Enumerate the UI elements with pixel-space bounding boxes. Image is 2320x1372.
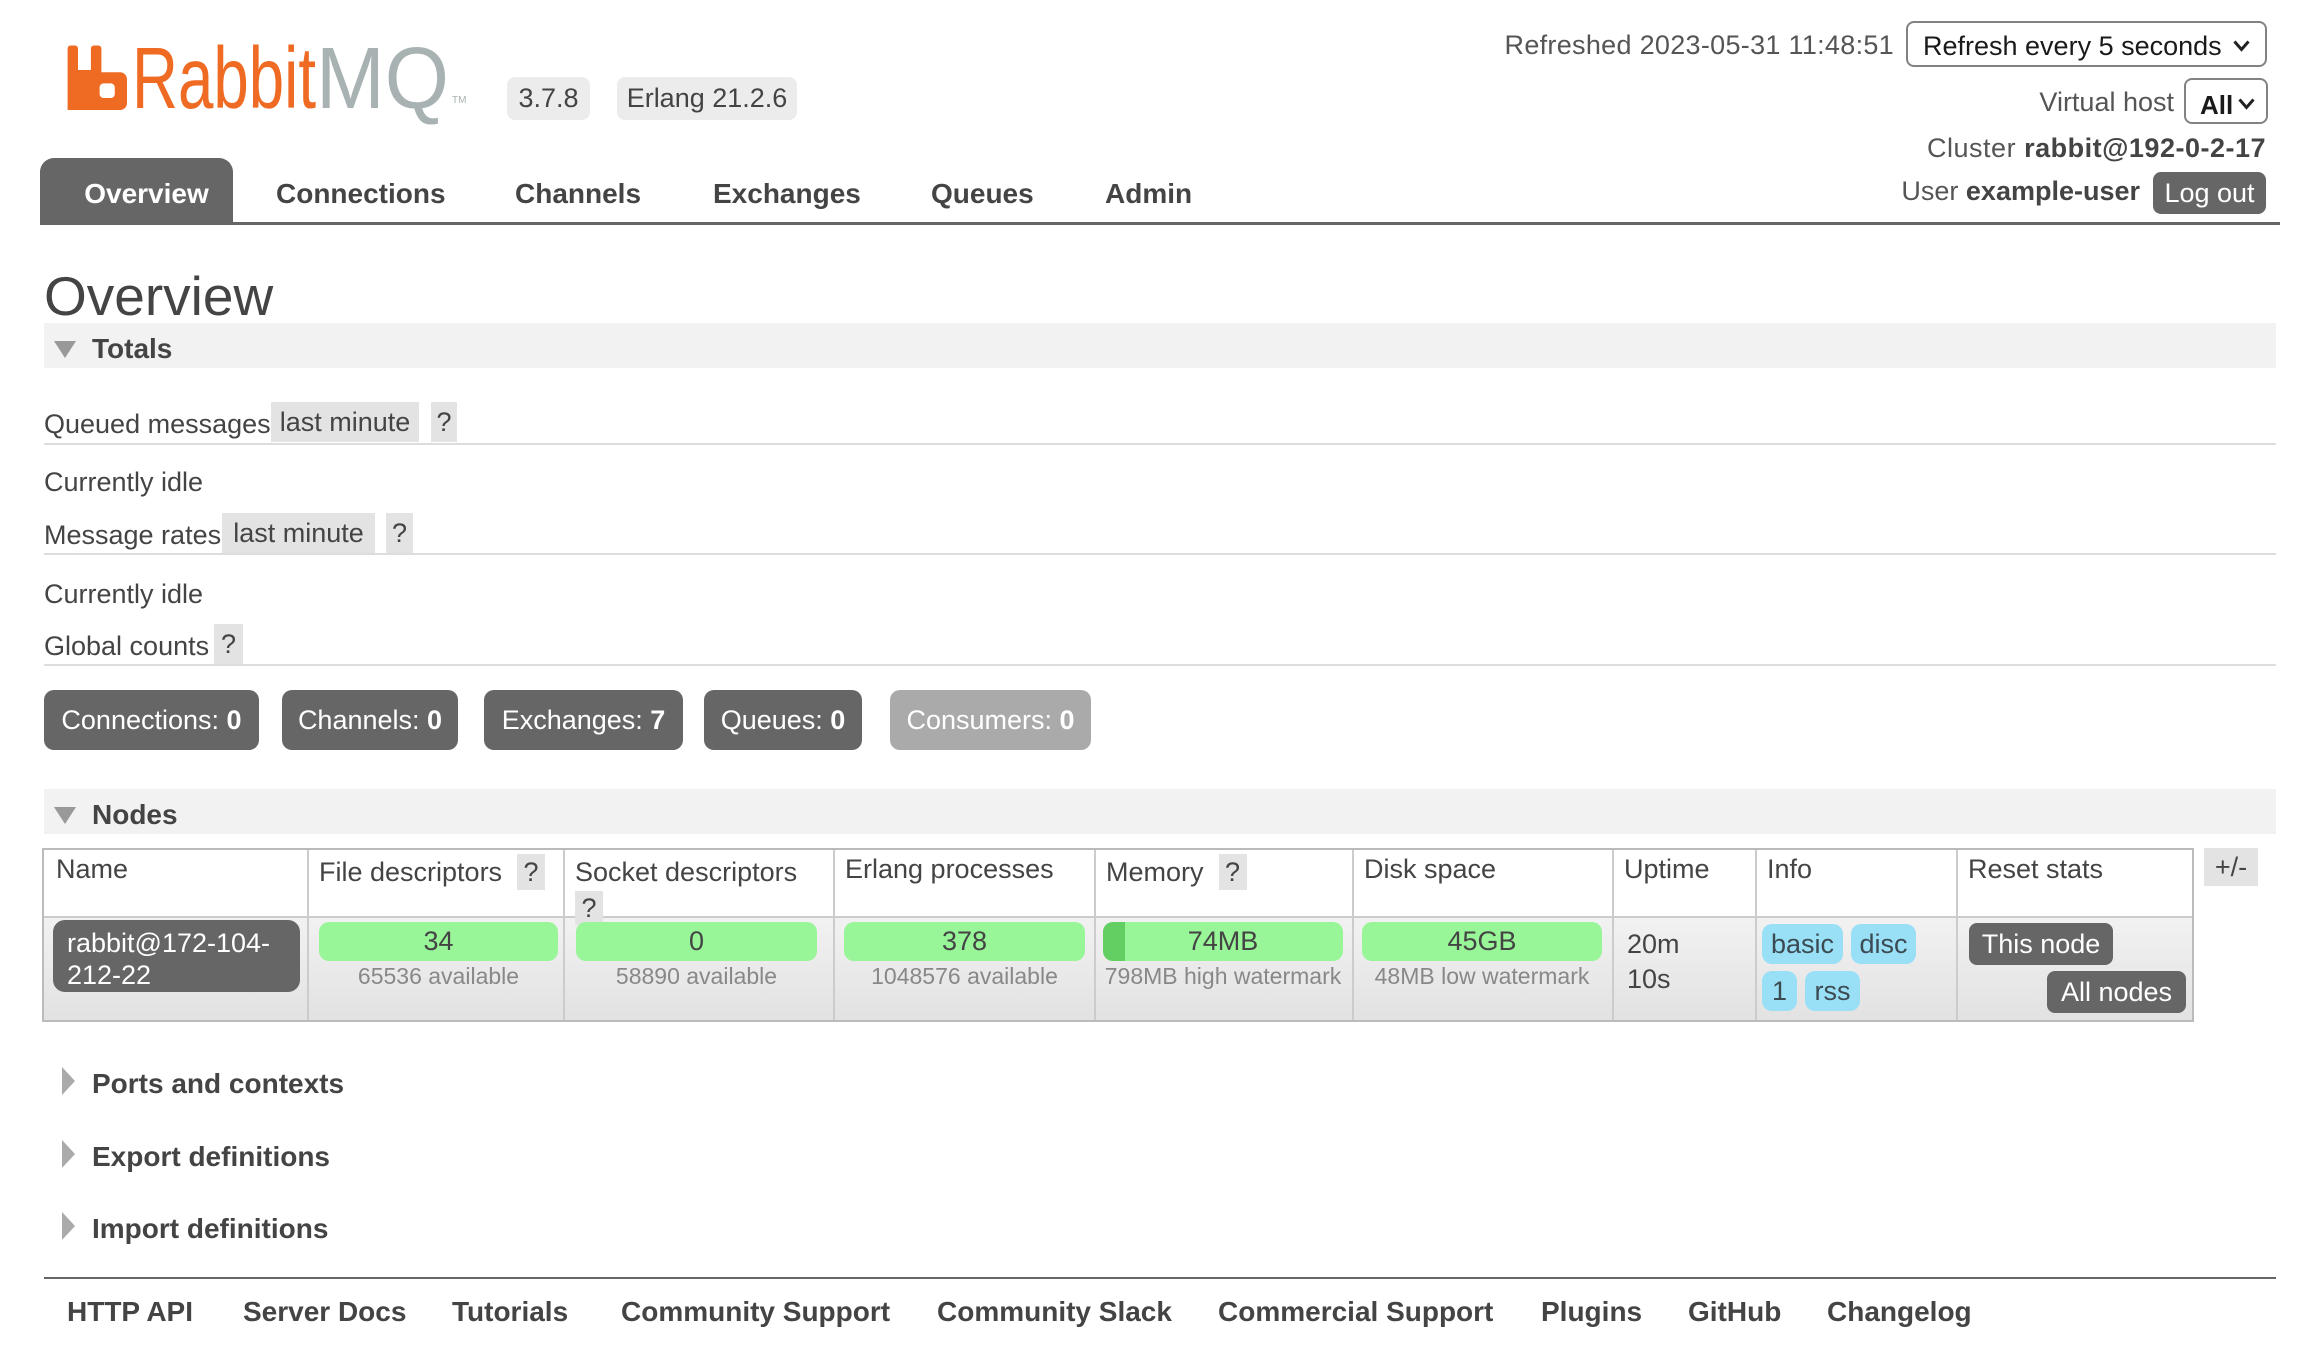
svg-text:TM: TM	[452, 95, 466, 106]
svg-text:MQ: MQ	[316, 30, 449, 127]
svg-text:Rabbit: Rabbit	[132, 30, 316, 127]
